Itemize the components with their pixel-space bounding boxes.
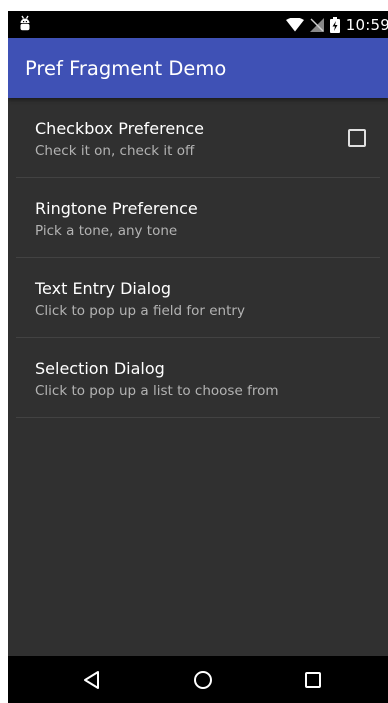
app-bar: Pref Fragment Demo bbox=[8, 38, 388, 98]
pref-summary: Click to pop up a list to choose from bbox=[35, 383, 279, 399]
device-screen: 10:59 Pref Fragment Demo Checkbox Prefer… bbox=[8, 11, 388, 703]
home-icon[interactable] bbox=[192, 669, 214, 691]
pref-item-ringtone[interactable]: Ringtone Preference Pick a tone, any ton… bbox=[16, 178, 380, 258]
wifi-icon bbox=[285, 17, 304, 31]
pref-summary: Check it on, check it off bbox=[35, 143, 195, 159]
back-icon[interactable] bbox=[82, 669, 104, 691]
pref-title: Checkbox Preference bbox=[35, 119, 204, 138]
navigation-bar bbox=[8, 656, 388, 703]
battery-charging-icon bbox=[329, 16, 340, 33]
pref-title: Ringtone Preference bbox=[35, 199, 198, 218]
status-bar: 10:59 bbox=[8, 11, 388, 38]
pref-summary: Pick a tone, any tone bbox=[35, 223, 178, 239]
pref-item-text-entry[interactable]: Text Entry Dialog Click to pop up a fiel… bbox=[16, 258, 380, 338]
pref-title: Text Entry Dialog bbox=[35, 279, 172, 298]
signal-off-icon bbox=[309, 17, 324, 32]
status-clock: 10:59 bbox=[345, 15, 388, 34]
pref-item-checkbox[interactable]: Checkbox Preference Check it on, check i… bbox=[16, 98, 380, 178]
android-debug-icon bbox=[20, 15, 30, 31]
preference-list: Checkbox Preference Check it on, check i… bbox=[16, 98, 380, 418]
pref-title: Selection Dialog bbox=[35, 359, 165, 378]
app-title: Pref Fragment Demo bbox=[25, 57, 227, 80]
checkbox[interactable] bbox=[348, 129, 366, 147]
pref-summary: Click to pop up a field for entry bbox=[35, 303, 245, 319]
recents-icon[interactable] bbox=[302, 669, 324, 691]
pref-item-selection[interactable]: Selection Dialog Click to pop up a list … bbox=[16, 338, 380, 418]
